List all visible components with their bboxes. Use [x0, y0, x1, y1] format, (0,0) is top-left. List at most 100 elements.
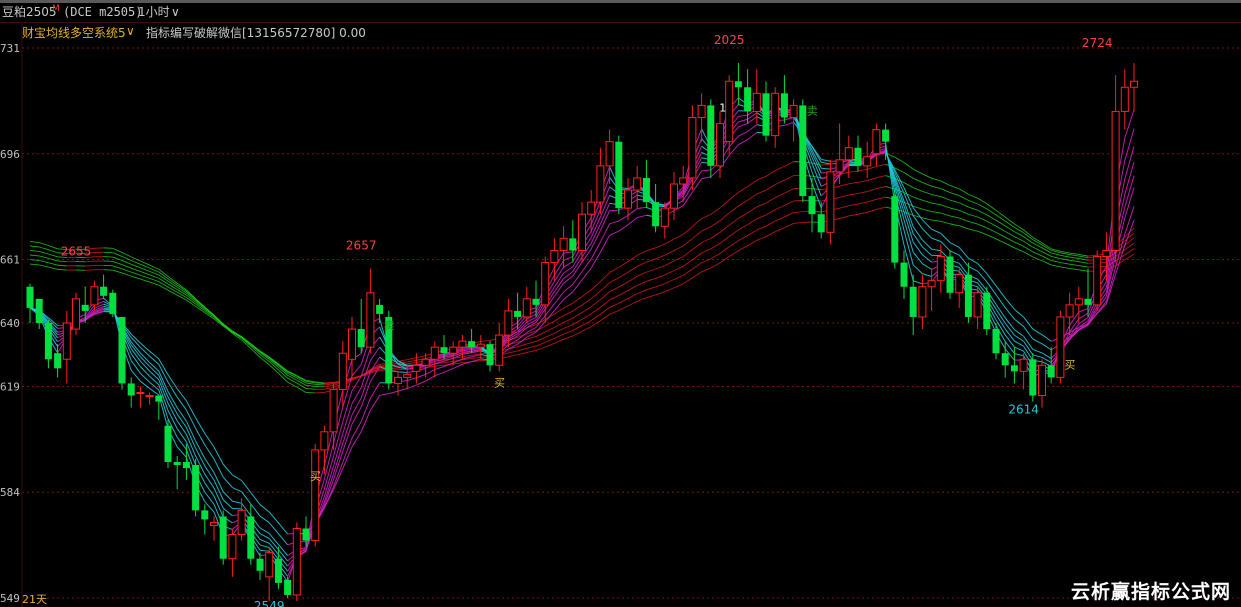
candle-body: [615, 141, 623, 209]
slow-ma-segment: [756, 225, 767, 231]
y-tick-label: 640: [0, 317, 20, 330]
slow-ma-segment: [29, 263, 40, 266]
ribbon-ma-segment: [738, 139, 748, 146]
slow-ma-segment: [1014, 241, 1024, 247]
ribbon-ma-segment: [931, 248, 941, 252]
slow-ma-segment: [517, 343, 527, 348]
peak-label: 2025: [714, 33, 745, 47]
slow-ma-segment: [324, 383, 334, 386]
ribbon-ma-segment: [618, 224, 629, 232]
slow-ma-segment: [959, 202, 969, 208]
slow-ma-segment: [48, 249, 58, 254]
ribbon-ma-segment: [268, 533, 279, 545]
slow-ma-segment: [112, 252, 123, 257]
slow-ma-segment: [775, 165, 785, 171]
ribbon-ma-segment: [701, 176, 711, 180]
ribbon-ma-segment: [563, 261, 574, 268]
slow-ma-segment: [1014, 236, 1024, 242]
slow-ma-segment: [1087, 254, 1098, 257]
candle-body: [284, 579, 292, 595]
ribbon-ma-segment: [609, 230, 620, 236]
slow-ma-segment: [149, 281, 159, 286]
slow-ma-segment: [931, 211, 941, 214]
slow-ma-segment: [949, 223, 960, 227]
ribbon-ma-segment: [397, 388, 408, 392]
ribbon-ma-segment: [185, 409, 197, 429]
candle-body: [265, 552, 274, 578]
slow-ma-segment: [526, 345, 537, 349]
slow-ma-segment: [775, 179, 785, 185]
slow-ma-segment: [1069, 254, 1079, 257]
slow-ma-segment: [664, 270, 675, 276]
slow-ma-segment: [278, 365, 288, 374]
ribbon-ma-segment: [268, 511, 279, 524]
slow-ma-segment: [793, 199, 803, 202]
candle-body: [891, 196, 899, 263]
slow-ma-segment: [618, 261, 629, 268]
slow-ma-segment: [728, 205, 739, 214]
slow-ma-segment: [637, 250, 647, 256]
slow-ma-segment: [158, 277, 169, 285]
slow-ma-segment: [1023, 251, 1034, 258]
slow-ma-segment: [1032, 246, 1043, 252]
ribbon-ma-segment: [1014, 352, 1024, 357]
ribbon-ma-segment: [140, 342, 150, 352]
candle-body: [707, 105, 715, 166]
candle-body: [35, 298, 43, 323]
ribbon-ma-segment: [204, 458, 215, 473]
slow-ma-segment: [876, 196, 886, 200]
y-tick-label: 661: [0, 254, 20, 267]
ribbon-ma-segment: [1032, 348, 1043, 354]
slow-ma-segment: [1023, 245, 1034, 253]
ribbon-ma-segment: [1004, 328, 1015, 342]
slow-ma-segment: [756, 236, 767, 241]
slow-ma-segment: [517, 347, 527, 352]
slow-ma-segment: [121, 272, 132, 277]
slow-ma-segment: [1032, 256, 1043, 262]
slow-ma-segment: [609, 266, 620, 273]
slow-ma-segment: [913, 187, 923, 192]
candle-body: [964, 274, 972, 317]
slow-ma-segment: [867, 177, 877, 182]
slow-ma-segment: [949, 185, 960, 190]
slow-ma-segment: [728, 217, 739, 226]
slow-ma-segment: [765, 220, 776, 227]
candle-body: [900, 262, 908, 287]
slow-ma-segment: [544, 320, 555, 327]
slow-ma-segment: [673, 265, 684, 272]
ribbon-ma-segment: [222, 476, 233, 488]
slow-ma-segment: [1051, 264, 1061, 268]
ribbon-ma-segment: [627, 217, 638, 226]
candle-body: [780, 93, 788, 118]
slow-ma-segment: [57, 264, 67, 267]
slow-ma-segment: [563, 317, 573, 323]
slow-ma-segment: [655, 243, 665, 249]
slow-ma-segment: [554, 333, 564, 339]
slow-ma-segment: [922, 173, 932, 179]
slow-ma-segment: [986, 214, 997, 221]
candlestick-chart[interactable]: 731 696 661 640 619 584 549 2655 2657 2025 2724 261…: [0, 0, 1241, 607]
slow-ma-segment: [747, 218, 758, 225]
candle-body: [412, 364, 421, 372]
ribbon-ma-segment: [747, 124, 758, 133]
ribbon-ma-segment: [434, 371, 445, 377]
slow-ma-segment: [968, 199, 978, 205]
slow-ma-segment: [563, 330, 573, 335]
candle-body: [882, 129, 890, 142]
ribbon-ma-segment: [232, 487, 242, 493]
candle-body: [274, 558, 282, 583]
ribbon-ma-segment: [176, 407, 187, 422]
candle-body: [210, 521, 218, 526]
slow-ma-segment: [848, 213, 859, 217]
candle-body: [679, 177, 688, 185]
candle-body: [164, 425, 172, 463]
candle-body: [660, 207, 669, 227]
slow-ma-segment: [554, 328, 564, 334]
ribbon-ma-segment: [416, 380, 426, 386]
ribbon-ma-segment: [1023, 326, 1034, 340]
slow-ma-segment: [167, 283, 178, 290]
ribbon-ma-segment: [931, 228, 942, 234]
slow-ma-segment: [296, 375, 307, 381]
slow-ma-segment: [728, 250, 739, 257]
candle-body: [109, 292, 117, 314]
